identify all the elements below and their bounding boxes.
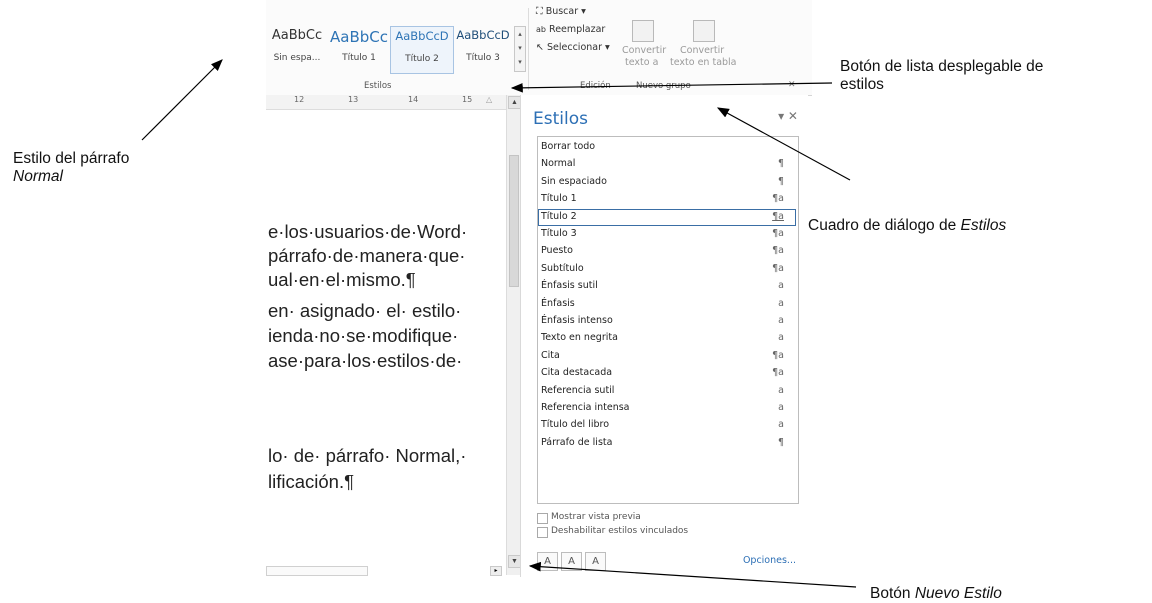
arrow-paragraph-style [141,59,223,141]
arrow-new-style [528,561,857,588]
annotation-arrows [141,59,857,588]
arrow-styles-dialog [716,107,851,181]
arrow-dropdown-button [510,82,833,93]
